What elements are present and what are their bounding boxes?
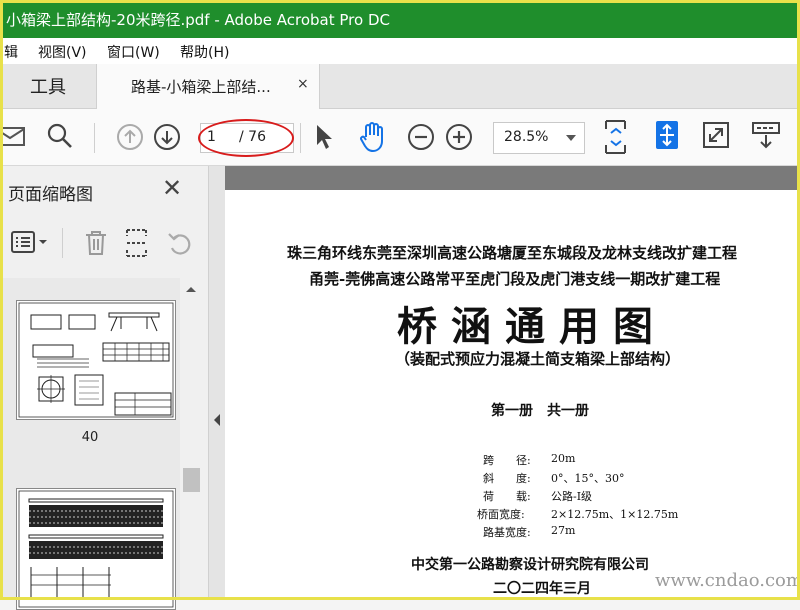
highlight-frame <box>0 0 800 600</box>
